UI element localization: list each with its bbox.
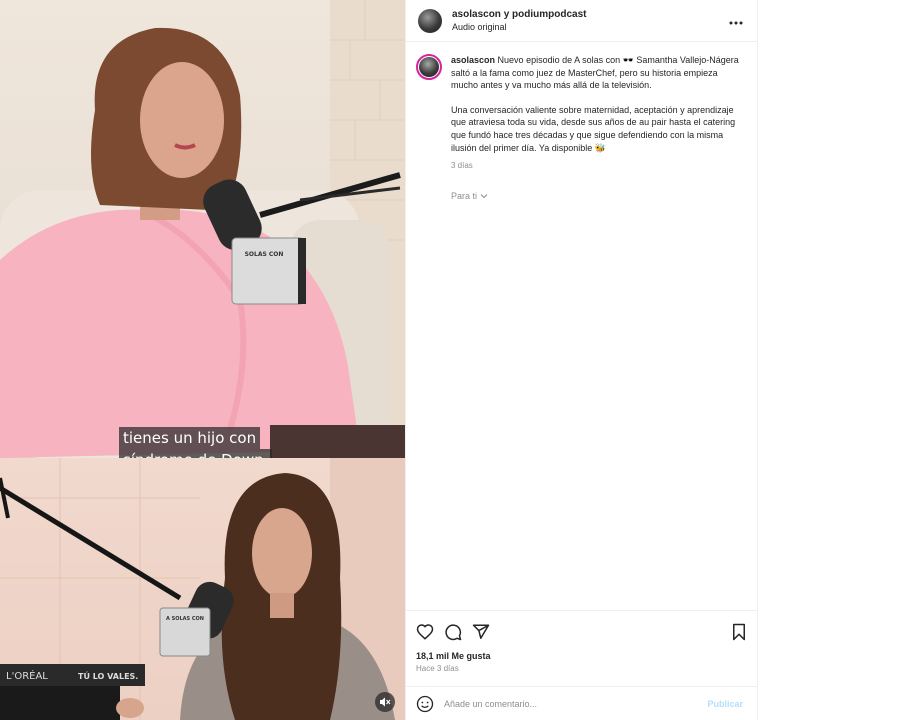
header-text: asolascon y podiumpodcast Audio original [452,9,729,32]
caption-content: asolascon Nuevo episodio de A solas con … [451,54,743,202]
action-icons-row [416,621,747,643]
comment-bubble-icon [445,624,462,641]
comment-button[interactable] [444,623,462,641]
chevron-down-icon [480,194,488,199]
more-options-button[interactable] [729,12,743,30]
shelf-book-text: TÚ LO VALES. [78,670,138,681]
caption-avatar[interactable] [416,54,442,80]
like-button[interactable] [416,623,434,641]
mute-button[interactable] [375,692,395,712]
caption-time: 3 días [451,161,473,171]
post-panel: asolascon y podiumpodcast Audio original… [405,0,758,720]
for-you-link[interactable]: Para ti [451,190,488,203]
caption-paragraph-2: Una conversación valiente sobre maternid… [451,104,736,153]
comment-input[interactable] [444,698,708,709]
host-scene: L'ORÉAL TÚ LO VALES. A SOLAS CON [0,458,405,720]
comment-bar: Publicar [406,686,757,720]
bookmark-icon [733,623,745,641]
heart-icon [416,624,434,640]
post-header: asolascon y podiumpodcast Audio original [406,0,757,42]
publish-button[interactable]: Publicar [707,699,743,709]
speaker-muted-icon [380,697,391,707]
more-dots-icon [729,21,743,24]
post-actions: 18,1 mil Me gusta Hace 3 días [406,610,757,673]
share-button[interactable] [472,623,490,641]
paper-plane-icon [472,624,490,639]
caption-username[interactable]: asolascon [451,55,495,65]
author-avatar[interactable] [418,8,442,33]
subtitle-line-1: tienes un hijo con [119,427,261,449]
mic-label-top: SOLAS CON [245,251,284,258]
caption-paragraph-1: asolascon Nuevo episodio de A solas con … [451,54,743,92]
emoji-button[interactable] [416,695,434,713]
caption-text-1: Nuevo episodio de A solas con 🕶️ Samanth… [451,55,739,91]
save-button[interactable] [731,623,747,641]
smiley-icon [416,695,434,712]
posted-time: Hace 3 días [416,664,459,673]
video-top-panel: SOLAS CON [0,0,405,458]
mic-label-bottom: A SOLAS CON [166,616,204,622]
shelf-brand-text: L'ORÉAL [6,669,48,682]
post-authors[interactable]: asolascon y podiumpodcast [452,9,729,20]
reel-video[interactable]: SOLAS CON tienes un hijo con síndrome de… [0,0,405,720]
for-you-label: Para ti [451,190,478,201]
guest-scene: SOLAS CON [0,0,405,458]
audio-link[interactable]: Audio original [452,22,729,32]
likes-count[interactable]: 18,1 mil Me gusta [416,651,747,661]
video-bottom-panel: L'ORÉAL TÚ LO VALES. A SOLAS CON [0,458,405,720]
caption-block: asolascon Nuevo episodio de A solas con … [406,42,757,202]
